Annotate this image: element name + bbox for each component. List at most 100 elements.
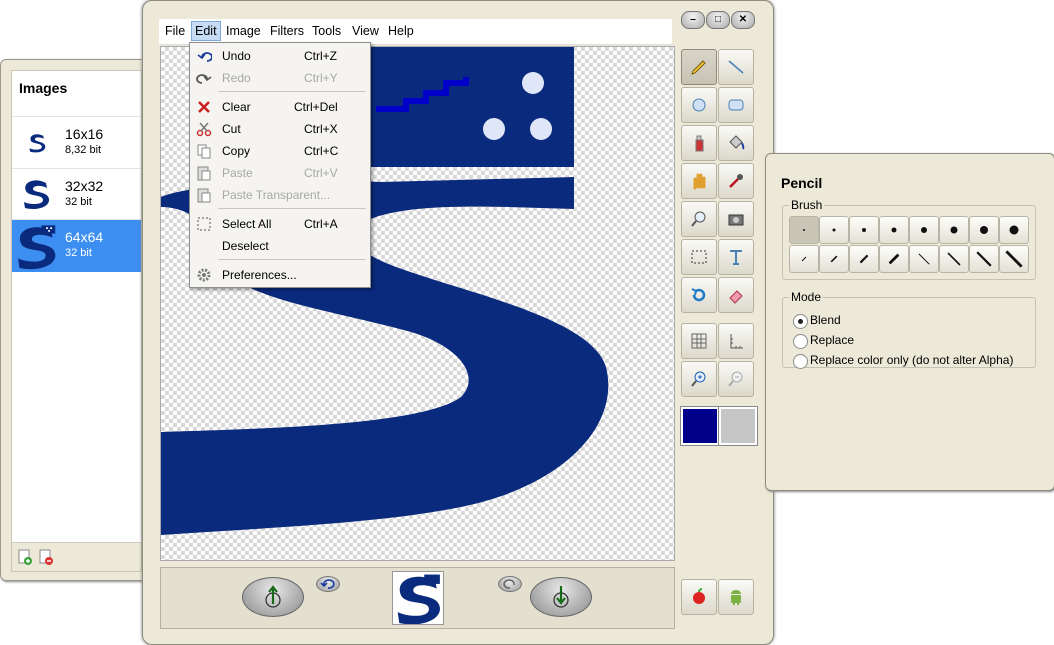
zoom-out-button[interactable] (718, 361, 754, 397)
brush-diagonal-8[interactable] (999, 245, 1029, 273)
brush-round-7[interactable] (969, 216, 999, 244)
stamp-tool[interactable] (718, 201, 754, 237)
menu-item-label: Paste (222, 166, 253, 180)
brush-round-6[interactable] (939, 216, 969, 244)
menu-item-redo[interactable]: Redo Ctrl+Y (190, 67, 370, 87)
fill-tool[interactable] (718, 125, 754, 161)
zoom-tool[interactable] (681, 201, 717, 237)
menu-item-label: Select All (222, 217, 272, 231)
brush-round-8[interactable] (999, 216, 1029, 244)
menu-item-preferences[interactable]: Preferences... (190, 264, 370, 284)
menu-item-label: Cut (222, 122, 241, 136)
menu-tools[interactable]: Tools (312, 24, 341, 38)
brush-shape-icon (918, 253, 930, 265)
menu-item-label: Paste Transparent... (222, 188, 331, 202)
menu-item-shortcut: Ctrl+X (304, 122, 338, 136)
select-tool[interactable] (681, 239, 717, 275)
grid-toggle[interactable] (681, 323, 717, 359)
apple-export-button[interactable] (681, 579, 717, 615)
menu-filters[interactable]: Filters (270, 24, 304, 38)
logo-preview (397, 574, 440, 625)
minimize-button[interactable]: – (681, 11, 705, 29)
brush-round-4[interactable] (879, 216, 909, 244)
menu-item-label: Preferences... (222, 268, 297, 282)
radio-blend[interactable] (793, 314, 808, 329)
scissors-icon (196, 122, 212, 137)
android-export-button[interactable] (718, 579, 754, 615)
images-panel: Images 16x16 8,32 bit 32x32 32 bit 64x64… (0, 59, 150, 581)
camera-icon (728, 214, 744, 226)
brush-shape-icon (950, 226, 958, 234)
menu-item-label: Copy (222, 144, 251, 158)
menu-edit[interactable]: Edit (191, 21, 221, 41)
maximize-button[interactable]: □ (706, 11, 730, 29)
secondary-color-swatch[interactable] (718, 406, 758, 446)
undo-small-button[interactable] (316, 576, 340, 592)
brush-shape-icon (947, 252, 961, 266)
menu-item-copy[interactable]: Copy Ctrl+C (190, 140, 370, 160)
add-image-icon[interactable] (17, 549, 33, 565)
brush-diagonal-2[interactable] (819, 245, 849, 273)
brush-shape-icon (980, 226, 988, 234)
rounded-rect-tool[interactable] (718, 87, 754, 123)
brush-round-3[interactable] (849, 216, 879, 244)
brush-diagonal-3[interactable] (849, 245, 879, 273)
ruler-toggle[interactable] (718, 323, 754, 359)
eraser-tool[interactable] (718, 277, 754, 313)
menu-item-undo[interactable]: Undo Ctrl+Z (190, 45, 370, 65)
menu-item-paste-transparent[interactable]: Paste Transparent... (190, 184, 370, 204)
spray-tool[interactable] (681, 125, 717, 161)
brush-diagonal-5[interactable] (909, 245, 939, 273)
images-title: Images (19, 80, 68, 96)
menu-help[interactable]: Help (388, 24, 414, 38)
radio-replace[interactable] (793, 334, 808, 349)
brush-round-5[interactable] (909, 216, 939, 244)
menu-item-select-all[interactable]: Select All Ctrl+A (190, 213, 370, 233)
color-picker-tool[interactable] (718, 163, 754, 199)
remove-image-icon[interactable] (38, 549, 54, 565)
menu-item-clear[interactable]: Clear Ctrl+Del (190, 96, 370, 116)
rotate-tool[interactable] (681, 277, 717, 313)
menu-item-cut[interactable]: Cut Ctrl+X (190, 118, 370, 138)
export-button[interactable] (530, 577, 592, 617)
close-button[interactable]: ✕ (731, 11, 755, 29)
primary-color-swatch[interactable] (680, 406, 720, 446)
redo-small-button[interactable] (498, 576, 522, 592)
import-icon (265, 585, 281, 608)
image-size-label: 64x64 (65, 229, 104, 245)
brush-diagonal-1[interactable] (789, 245, 819, 273)
text-icon (730, 250, 742, 265)
apple-icon (693, 588, 705, 604)
bottom-bar (160, 567, 675, 629)
radio-replace-color-only[interactable] (793, 354, 808, 369)
brush-round-2[interactable] (819, 216, 849, 244)
menu-item-label: Deselect (222, 239, 269, 253)
mode-label: Mode (791, 290, 822, 304)
menu-item-deselect[interactable]: Deselect (190, 235, 370, 255)
ellipse-tool[interactable] (681, 87, 717, 123)
pencil-tool[interactable] (681, 49, 717, 85)
paste-transparent-icon (197, 188, 211, 203)
image-item-32[interactable]: 32x32 32 bit (12, 168, 141, 219)
zoom-in-button[interactable] (681, 361, 717, 397)
brush-group: Brush (782, 198, 1036, 280)
brush-shape-icon (888, 253, 900, 265)
brush-shape-icon (830, 255, 838, 263)
brush-diagonal-6[interactable] (939, 245, 969, 273)
menu-item-paste[interactable]: Paste Ctrl+V (190, 162, 370, 182)
brush-round-1[interactable] (789, 216, 819, 244)
hand-tool[interactable] (681, 163, 717, 199)
text-tool[interactable] (718, 239, 754, 275)
image-size-label: 16x16 (65, 126, 104, 142)
eraser-icon (729, 290, 743, 304)
menu-image[interactable]: Image (226, 24, 261, 38)
import-button[interactable] (242, 577, 304, 617)
brush-shape-icon (1009, 225, 1019, 235)
menu-view[interactable]: View (352, 24, 379, 38)
brush-diagonal-4[interactable] (879, 245, 909, 273)
image-item-64[interactable]: 64x64 32 bit (12, 219, 141, 272)
brush-diagonal-7[interactable] (969, 245, 999, 273)
image-item-16[interactable]: 16x16 8,32 bit (12, 116, 141, 167)
menu-file[interactable]: File (165, 24, 185, 38)
line-tool[interactable] (718, 49, 754, 85)
